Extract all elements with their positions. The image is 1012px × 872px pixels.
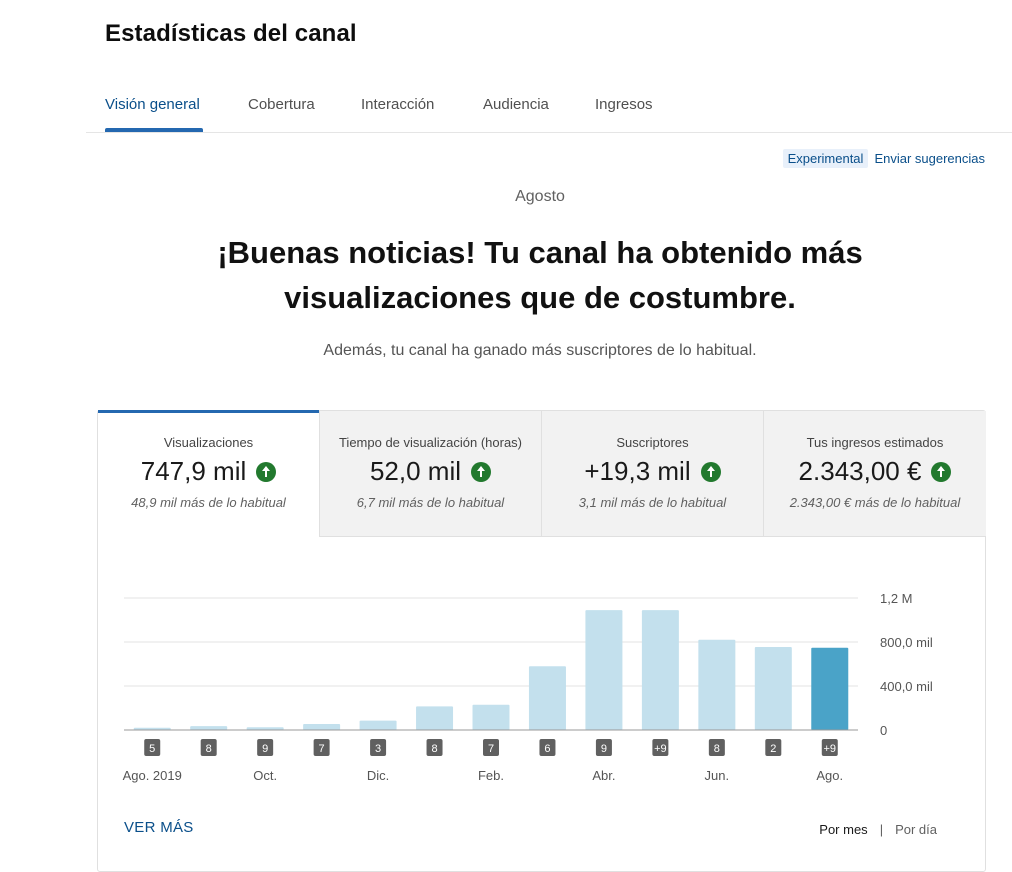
chart-bar[interactable] — [698, 639, 736, 730]
chart-bar[interactable] — [811, 647, 849, 730]
chart-bar[interactable] — [754, 646, 792, 730]
chart-bar[interactable] — [528, 666, 566, 730]
send-feedback-link[interactable]: Enviar sugerencias — [874, 149, 985, 168]
chart-bar[interactable] — [416, 706, 454, 730]
tab-audience[interactable]: Audiencia — [483, 96, 549, 113]
metric-value-row: 52,0 mil — [320, 456, 541, 487]
metric-tab-subscribers[interactable]: Suscriptores +19,3 mil 3,1 mil más de lo… — [541, 411, 763, 537]
chart-bar[interactable] — [641, 610, 679, 730]
chart-bar[interactable] — [303, 723, 341, 730]
metric-note: 3,1 mil más de lo habitual — [578, 495, 727, 510]
header-links: Experimental Enviar sugerencias — [782, 149, 985, 168]
metric-value-row: +19,3 mil — [542, 456, 763, 487]
metric-value-row: 747,9 mil — [98, 456, 319, 487]
period-toggle: Por mes | Por día — [819, 822, 937, 837]
metric-note: 6,7 mil más de lo habitual — [356, 495, 505, 510]
metric-value: 2.343,00 € — [798, 456, 922, 486]
experimental-badge[interactable]: Experimental — [782, 149, 869, 168]
tab-overview[interactable]: Visión general — [105, 96, 200, 113]
per-day-option[interactable]: Por día — [895, 822, 937, 837]
up-arrow-icon — [931, 461, 952, 482]
summary-subline: Además, tu canal ha ganado más suscripto… — [323, 342, 757, 359]
metric-tab-revenue[interactable]: Tus ingresos estimados 2.343,00 € 2.343,… — [763, 411, 986, 537]
tab-revenue[interactable]: Ingresos — [595, 96, 653, 113]
metric-tab-watch-time[interactable]: Tiempo de visualización (horas) 52,0 mil… — [319, 411, 541, 537]
metric-value: 52,0 mil — [369, 456, 462, 486]
page-title: Estadísticas del canal — [105, 20, 357, 47]
metric-tab-views[interactable]: Visualizaciones 747,9 mil 48,9 mil más d… — [98, 410, 319, 539]
metric-label: Suscriptores — [616, 435, 689, 450]
chart-bar[interactable] — [472, 704, 510, 730]
up-arrow-icon — [471, 461, 492, 482]
tab-engagement[interactable]: Interacción — [361, 96, 434, 113]
chart-bar[interactable] — [133, 727, 171, 730]
tab-reach[interactable]: Cobertura — [248, 96, 315, 113]
per-month-option[interactable]: Por mes — [819, 822, 867, 837]
summary-month: Agosto — [515, 188, 565, 205]
up-arrow-icon — [700, 461, 721, 482]
see-more-link[interactable]: VER MÁS — [124, 819, 194, 836]
metric-note: 48,9 mil más de lo habitual — [131, 495, 286, 510]
metric-value: +19,3 mil — [584, 456, 691, 486]
metric-label: Tus ingresos estimados — [806, 435, 944, 450]
metric-value-row: 2.343,00 € — [764, 456, 986, 487]
chart-bar[interactable] — [190, 726, 228, 730]
period-separator: | — [879, 822, 884, 837]
metric-label: Tiempo de visualización (horas) — [338, 435, 523, 450]
up-arrow-icon — [256, 461, 277, 482]
active-tab-indicator — [105, 128, 203, 132]
chart-bar[interactable] — [585, 610, 623, 730]
tab-bar: Visión general Cobertura Interacción Aud… — [86, 84, 1012, 133]
analytics-card: Visualizaciones 747,9 mil 48,9 mil más d… — [97, 410, 986, 872]
metric-label: Visualizaciones — [163, 435, 254, 450]
metric-value: 747,9 mil — [140, 456, 247, 486]
chart-bar[interactable] — [246, 727, 284, 730]
metric-note: 2.343,00 € más de lo habitual — [789, 495, 961, 510]
chart-bar[interactable] — [359, 720, 397, 730]
summary-headline: ¡Buenas noticias! Tu canal ha obtenido m… — [217, 235, 863, 315]
